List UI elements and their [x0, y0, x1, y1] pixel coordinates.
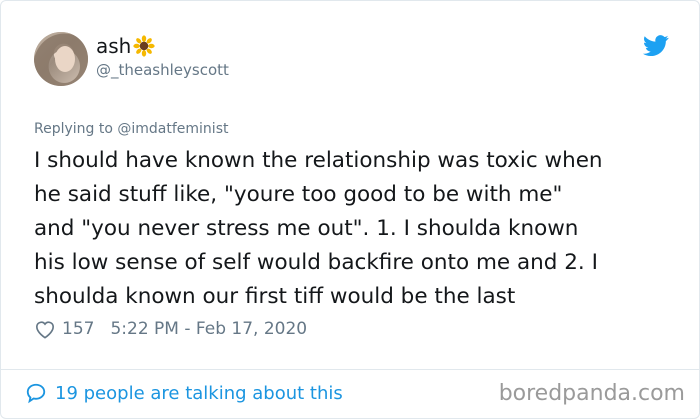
- user-handle[interactable]: @_theashleyscott: [96, 61, 229, 79]
- like-count: 157: [62, 319, 95, 339]
- display-name-row[interactable]: ash: [96, 34, 155, 58]
- watermark: boredpanda.com: [498, 381, 685, 406]
- divider: [1, 369, 699, 370]
- heart-icon[interactable]: [34, 319, 56, 339]
- replying-to[interactable]: Replying to @imdatfeminist: [34, 121, 228, 137]
- conversation-link[interactable]: 19 people are talking about this: [25, 382, 343, 404]
- tweet-text: I should have known the relationship was…: [34, 148, 603, 309]
- tweet-card: ash @_theashleyscott Replying to @imdatf…: [0, 0, 700, 419]
- display-name[interactable]: ash: [96, 34, 131, 58]
- sunflower-icon: [133, 35, 155, 57]
- tweet-meta: 157 5:22 PM - Feb 17, 2020: [34, 319, 307, 339]
- avatar[interactable]: [34, 32, 88, 86]
- twitter-bird-icon[interactable]: [643, 35, 669, 57]
- talking-label[interactable]: 19 people are talking about this: [55, 383, 343, 404]
- tweet-timestamp[interactable]: 5:22 PM - Feb 17, 2020: [110, 319, 307, 339]
- comment-bubble-icon: [26, 383, 46, 404]
